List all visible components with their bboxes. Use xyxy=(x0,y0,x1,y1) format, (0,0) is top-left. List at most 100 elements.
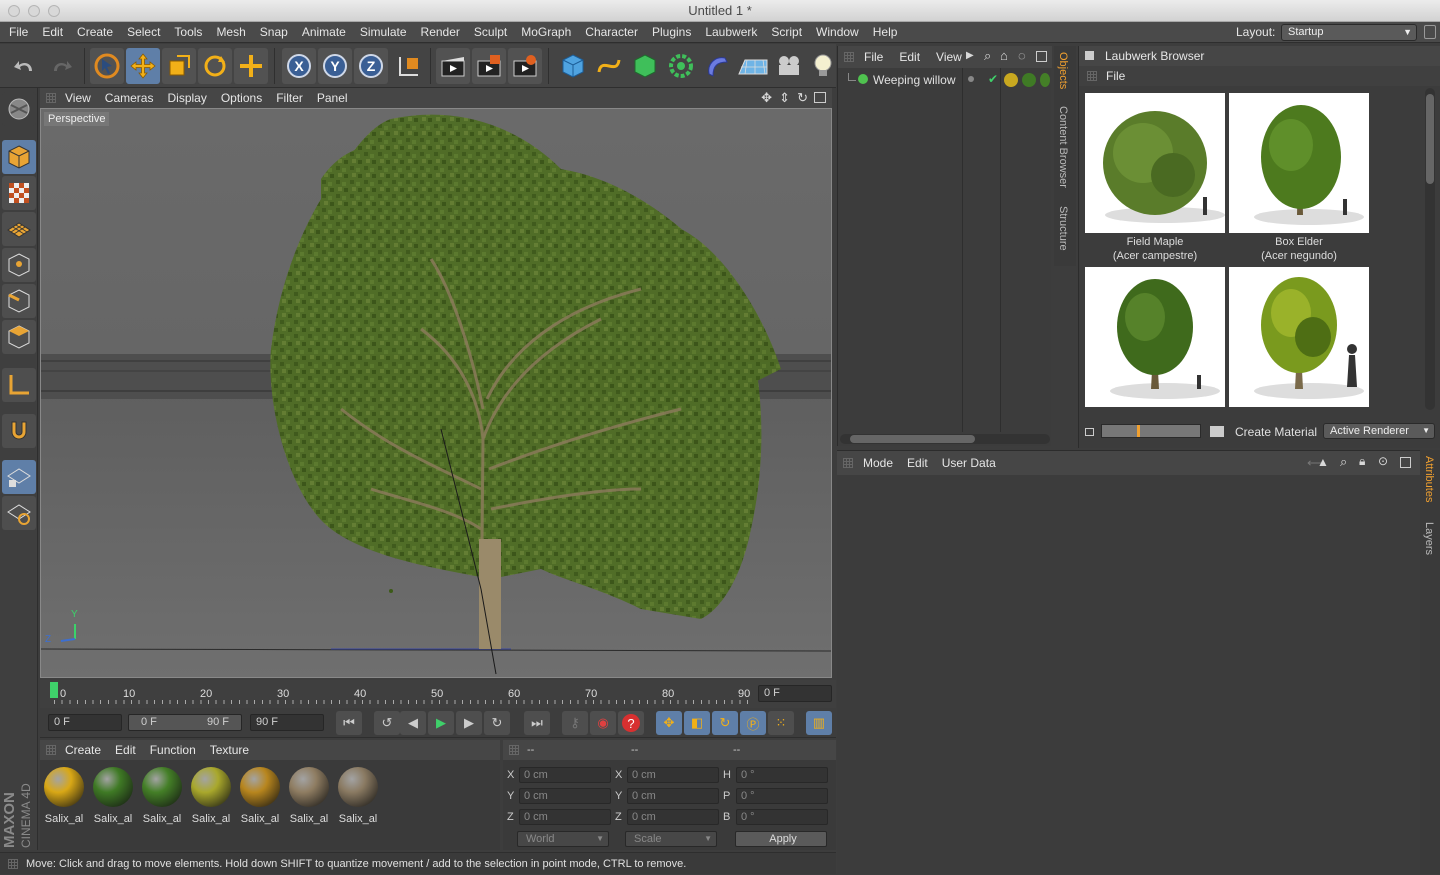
chevron-right-icon[interactable]: ▶ xyxy=(966,50,974,61)
position-y-field[interactable]: 0 cm xyxy=(519,788,611,804)
menu-select[interactable]: Select xyxy=(120,22,167,43)
apply-button[interactable]: Apply xyxy=(735,831,827,847)
end-frame-field[interactable]: 90 F xyxy=(250,714,324,731)
rotation-b-field[interactable]: 0 ° xyxy=(736,809,828,825)
object-row-weeping-willow[interactable]: Weeping willow ✔ xyxy=(838,70,1052,90)
perspective-viewport[interactable]: Perspective Y Z xyxy=(40,108,832,678)
object-menu-edit[interactable]: Edit xyxy=(891,46,928,68)
menu-window[interactable]: Window xyxy=(809,22,866,43)
live-selection-button[interactable] xyxy=(90,48,124,84)
polygons-mode-button[interactable] xyxy=(2,320,36,354)
rotation-h-field[interactable]: 0 ° xyxy=(736,767,828,783)
thumbnail-size-large-icon[interactable] xyxy=(1210,426,1224,437)
menu-help[interactable]: Help xyxy=(866,22,905,43)
z-axis-lock-button[interactable]: Z xyxy=(354,48,388,84)
menu-tools[interactable]: Tools xyxy=(167,22,209,43)
material-swatch[interactable]: Salix_al xyxy=(238,765,282,827)
x-axis-lock-button[interactable]: X xyxy=(282,48,316,84)
edges-mode-button[interactable] xyxy=(2,284,36,318)
render-settings-button[interactable] xyxy=(508,48,542,84)
playhead-handle[interactable] xyxy=(50,682,58,698)
scale-tool-button[interactable] xyxy=(162,48,196,84)
material-menu-texture[interactable]: Texture xyxy=(203,740,256,760)
position-x-field[interactable]: 0 cm xyxy=(519,767,611,783)
key-pla-button[interactable]: ⁙ xyxy=(768,711,794,735)
autokey-button[interactable]: ◉ xyxy=(590,711,616,735)
menu-snap[interactable]: Snap xyxy=(253,22,295,43)
coordinate-system-button[interactable] xyxy=(392,48,426,84)
keyframe-selection-button[interactable]: ? xyxy=(618,711,644,735)
camera-object-button[interactable] xyxy=(772,48,806,84)
material-swatch[interactable]: Salix_al xyxy=(140,765,184,827)
tree-thumbnail-box-elder[interactable] xyxy=(1229,93,1369,233)
new-view-icon[interactable] xyxy=(1036,51,1047,62)
make-editable-button[interactable] xyxy=(2,92,36,126)
material-swatch[interactable]: Salix_al xyxy=(336,765,380,827)
previous-key-button[interactable]: ↺ xyxy=(374,711,400,735)
tree-thumbnail[interactable] xyxy=(1085,267,1225,407)
tab-attributes[interactable]: Attributes xyxy=(1423,456,1435,502)
menu-character[interactable]: Character xyxy=(578,22,645,43)
new-attribute-view-icon[interactable] xyxy=(1400,457,1411,468)
material-tag-icon[interactable] xyxy=(1040,73,1050,87)
attribute-menu-mode[interactable]: Mode xyxy=(856,451,900,475)
previous-frame-button[interactable]: ◀ xyxy=(400,711,426,735)
cube-object-button[interactable] xyxy=(556,48,590,84)
viewport-menu-view[interactable]: View xyxy=(58,88,98,108)
goto-end-button[interactable]: ⏭ xyxy=(524,711,550,735)
menu-script[interactable]: Script xyxy=(764,22,809,43)
axis-mode-button[interactable] xyxy=(2,368,36,402)
thumbnail-size-small-icon[interactable] xyxy=(1085,428,1094,436)
snap-toggle-button[interactable] xyxy=(2,414,36,448)
browser-menu-file[interactable]: File xyxy=(1106,69,1125,83)
close-window-button[interactable] xyxy=(8,5,20,17)
material-swatch[interactable]: Salix_al xyxy=(189,765,233,827)
size-x-field[interactable]: 0 cm xyxy=(627,767,719,783)
recent-tool-button[interactable] xyxy=(234,48,268,84)
material-menu-create[interactable]: Create xyxy=(58,740,108,760)
enabled-check-icon[interactable]: ✔ xyxy=(988,72,998,86)
attribute-menu-edit[interactable]: Edit xyxy=(900,451,935,475)
key-scale-button[interactable]: ◧ xyxy=(684,711,710,735)
layout-select[interactable]: Startup ▼ xyxy=(1281,24,1417,41)
array-object-button[interactable] xyxy=(664,48,698,84)
viewport-menu-cameras[interactable]: Cameras xyxy=(98,88,161,108)
thumbnail-size-slider[interactable] xyxy=(1101,424,1201,438)
menu-sculpt[interactable]: Sculpt xyxy=(467,22,514,43)
minimize-window-button[interactable] xyxy=(28,5,40,17)
slider-knob[interactable] xyxy=(1137,425,1141,437)
material-menu-function[interactable]: Function xyxy=(143,740,203,760)
tab-content-browser[interactable]: Content Browser xyxy=(1057,106,1069,188)
layout-lock-icon[interactable] xyxy=(1424,25,1436,39)
tab-layers[interactable]: Layers xyxy=(1423,522,1435,555)
viewport-menu-display[interactable]: Display xyxy=(160,88,213,108)
deformer-button[interactable] xyxy=(700,48,734,84)
size-z-field[interactable]: 0 cm xyxy=(627,809,719,825)
preview-range-slider[interactable]: 0 F 90 F xyxy=(128,714,242,731)
redo-button[interactable] xyxy=(44,48,78,84)
menu-file[interactable]: File xyxy=(0,22,35,43)
material-tag-icon[interactable] xyxy=(1022,73,1036,87)
tab-structure[interactable]: Structure xyxy=(1057,206,1069,251)
timeline-window-button[interactable]: ▥ xyxy=(806,711,832,735)
timeline-ruler[interactable]: 0 10 20 30 40 50 60 70 80 90 0 F xyxy=(40,680,836,708)
menu-mesh[interactable]: Mesh xyxy=(209,22,252,43)
move-tool-button[interactable] xyxy=(126,48,160,84)
menu-create[interactable]: Create xyxy=(70,22,120,43)
scale-mode-select[interactable]: Scale ▼ xyxy=(625,831,717,847)
menu-animate[interactable]: Animate xyxy=(295,22,353,43)
start-frame-field[interactable]: 0 F xyxy=(48,714,122,731)
home-icon[interactable]: ⌂ xyxy=(1000,48,1008,63)
coordinate-mode-select[interactable]: World ▼ xyxy=(517,831,609,847)
size-y-field[interactable]: 0 cm xyxy=(627,788,719,804)
search-icon[interactable]: ⌕ xyxy=(1340,454,1347,470)
menu-simulate[interactable]: Simulate xyxy=(353,22,414,43)
material-swatch[interactable]: Salix_al xyxy=(42,765,86,827)
horizontal-scrollbar[interactable] xyxy=(840,434,1050,444)
menu-render[interactable]: Render xyxy=(414,22,467,43)
lock-icon[interactable]: 🔒︎ xyxy=(1359,454,1365,469)
visibility-dot-icon[interactable] xyxy=(968,76,974,82)
render-view-button[interactable] xyxy=(436,48,470,84)
renderer-select[interactable]: Active Renderer ▼ xyxy=(1323,423,1435,439)
viewport-dolly-icon[interactable]: ⇕ xyxy=(779,90,790,106)
